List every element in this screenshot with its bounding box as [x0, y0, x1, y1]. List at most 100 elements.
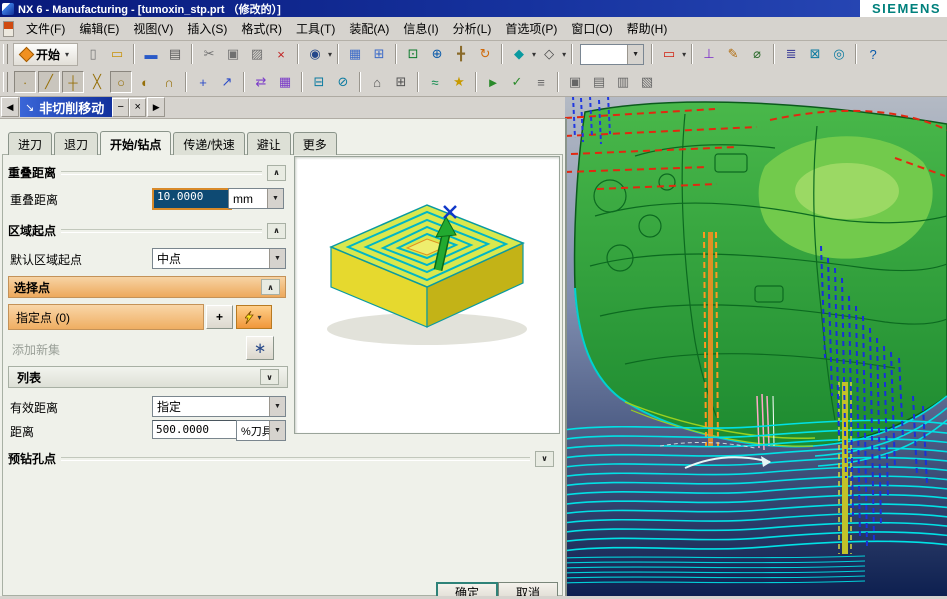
distance-input[interactable]: 500.0000	[152, 420, 238, 439]
snap-intersection-icon[interactable]: ╳	[86, 71, 108, 93]
expand-chevron-icon[interactable]: ∨	[260, 369, 279, 385]
dialog-minimize-button[interactable]: −	[112, 97, 130, 117]
title-bar[interactable]: NX 6 - Manufacturing - [tumoxin_stp.prt …	[0, 0, 947, 17]
nc-assistant-icon[interactable]: ★	[448, 71, 470, 93]
move-object-icon[interactable]: ⇄	[250, 71, 272, 93]
overlap-group-header[interactable]: 重叠距离 ∧	[8, 164, 286, 181]
snap-endpoint-icon[interactable]: ╱	[38, 71, 60, 93]
dropdown-arrow-icon[interactable]: ▼	[627, 44, 644, 64]
toolbar-grip[interactable]	[3, 44, 8, 64]
menu-item-2[interactable]: 编辑(E)	[72, 18, 126, 39]
graphics-viewport[interactable]	[562, 95, 947, 596]
predrill-group-header[interactable]: 预钻孔点 ∨	[8, 450, 554, 467]
dropdown-arrow-icon[interactable]: ▾	[532, 50, 536, 59]
rotate-view-icon[interactable]: ↻	[474, 43, 496, 65]
dialog-close-button[interactable]: ×	[129, 97, 147, 117]
menu-item-4[interactable]: 插入(S)	[180, 18, 234, 39]
sketch-icon[interactable]: ✎	[722, 43, 744, 65]
point-constructor-icon[interactable]: +	[192, 71, 214, 93]
tab-5[interactable]: 避让	[246, 132, 291, 155]
view-layout-combo[interactable]: ▼	[580, 43, 645, 65]
ok-button[interactable]: 确定	[436, 582, 498, 596]
zoom-icon[interactable]: ⊕	[426, 43, 448, 65]
menu-item-9[interactable]: 分析(L)	[446, 18, 499, 39]
analysis-icon[interactable]: ≈	[424, 71, 446, 93]
fit-view-icon[interactable]: ⊡	[402, 43, 424, 65]
menu-item-3[interactable]: 视图(V)	[126, 18, 180, 39]
tab-1[interactable]: 进刀	[8, 132, 53, 155]
pan-icon[interactable]: ╋	[450, 43, 472, 65]
viewport-3d-scene[interactable]	[562, 95, 947, 596]
shaded-display-icon[interactable]: ◆	[508, 43, 530, 65]
menu-item-11[interactable]: 窗口(O)	[564, 18, 619, 39]
save-part-icon[interactable]: ▬	[140, 43, 162, 65]
menu-item-6[interactable]: 工具(T)	[289, 18, 342, 39]
snap-midpoint-icon[interactable]: ┼	[62, 71, 84, 93]
collapse-chevron-icon[interactable]: ∧	[261, 279, 280, 295]
snap-point-options-button[interactable]: ▾	[236, 305, 272, 329]
menu-item-1[interactable]: 文件(F)	[19, 18, 72, 39]
section-view-icon[interactable]: ⊞	[390, 71, 412, 93]
dropdown-arrow-icon[interactable]: ▼	[269, 249, 285, 268]
tab-4[interactable]: 传递/快速	[173, 132, 245, 155]
machine-tool-view-icon[interactable]: ▣	[564, 71, 586, 93]
snap-point-icon[interactable]: ∙	[14, 71, 36, 93]
dropdown-arrow-icon[interactable]: ▼	[267, 189, 283, 208]
menu-item-8[interactable]: 信息(I)	[396, 18, 445, 39]
overlap-unit-dropdown[interactable]: mm ▼	[228, 188, 284, 209]
find-icon[interactable]: ◉	[304, 43, 326, 65]
specify-point-row[interactable]: 指定点 (0)	[8, 304, 204, 330]
region-start-group-header[interactable]: 区域起点 ∧	[8, 222, 286, 239]
pattern-object-icon[interactable]: ▦	[274, 71, 296, 93]
print-icon[interactable]: ▤	[164, 43, 186, 65]
vector-constructor-icon[interactable]: ↗	[216, 71, 238, 93]
show-hide-icon[interactable]: ◎	[828, 43, 850, 65]
cut-icon[interactable]: ✂	[198, 43, 220, 65]
snap-tangent-icon[interactable]: ∩	[158, 71, 180, 93]
menu-item-7[interactable]: 装配(A)	[342, 18, 396, 39]
dropdown-arrow-icon[interactable]: ▼	[269, 397, 285, 416]
delete-icon[interactable]: ×	[270, 43, 292, 65]
effective-distance-dropdown[interactable]: 指定 ▼	[152, 396, 286, 417]
add-new-set-button[interactable]: ∗	[246, 336, 274, 360]
verify-toolpath-icon[interactable]: ✓	[506, 71, 528, 93]
orient-view-icon[interactable]: ⌂	[366, 71, 388, 93]
dropdown-arrow-icon[interactable]: ▾	[682, 50, 686, 59]
datum-plane-icon[interactable]: ⊥	[698, 43, 720, 65]
toolbar-grip[interactable]	[3, 72, 8, 92]
copy-icon[interactable]: ▣	[222, 43, 244, 65]
layer-settings-icon[interactable]: ≣	[780, 43, 802, 65]
menu-item-10[interactable]: 首选项(P)	[498, 18, 564, 39]
tool-view-icon[interactable]: ▧	[636, 71, 658, 93]
wireframe-display-icon[interactable]: ◇	[538, 43, 560, 65]
new-part-icon[interactable]: ▯	[82, 43, 104, 65]
edit-display-icon[interactable]: ⊟	[308, 71, 330, 93]
dialog-title[interactable]: ↘ 非切削移动	[20, 97, 113, 117]
overlap-distance-input[interactable]: 10.0000	[152, 188, 232, 210]
list-section-header[interactable]: 列表 ∨	[8, 366, 288, 388]
collapse-chevron-icon[interactable]: ∧	[267, 164, 286, 181]
point-dialog-button[interactable]: +	[206, 305, 233, 329]
dropdown-arrow-icon[interactable]: ▼	[269, 421, 285, 440]
start-menu-button[interactable]: 开始 ▾	[13, 42, 79, 66]
full-screen-icon[interactable]: ⊞	[368, 43, 390, 65]
select-point-subgroup-header[interactable]: 选择点 ∧	[8, 276, 286, 298]
tab-2[interactable]: 退刀	[54, 132, 99, 155]
dropdown-arrow-icon[interactable]: ▾	[328, 50, 332, 59]
expand-chevron-icon[interactable]: ∨	[535, 450, 554, 467]
window-cascade-icon[interactable]: ▦	[344, 43, 366, 65]
object-display-icon[interactable]: ⊠	[804, 43, 826, 65]
snap-quadrant-icon[interactable]: ◐	[134, 71, 156, 93]
paste-icon[interactable]: ▨	[246, 43, 268, 65]
nav-forward-button[interactable]: ▶	[147, 97, 166, 117]
distance-unit-dropdown[interactable]: %刀具 ▼	[236, 420, 286, 441]
dropdown-arrow-icon[interactable]: ▾	[562, 50, 566, 59]
menu-item-5[interactable]: 格式(R)	[234, 18, 289, 39]
nav-back-button[interactable]: ◀	[1, 97, 19, 117]
menu-item-12[interactable]: 帮助(H)	[620, 18, 675, 39]
help-icon[interactable]: ?	[862, 43, 884, 65]
tab-6[interactable]: 更多	[292, 132, 337, 155]
measure-distance-icon[interactable]: ⌀	[746, 43, 768, 65]
program-order-view-icon[interactable]: ▤	[588, 71, 610, 93]
collapse-chevron-icon[interactable]: ∧	[267, 222, 286, 239]
